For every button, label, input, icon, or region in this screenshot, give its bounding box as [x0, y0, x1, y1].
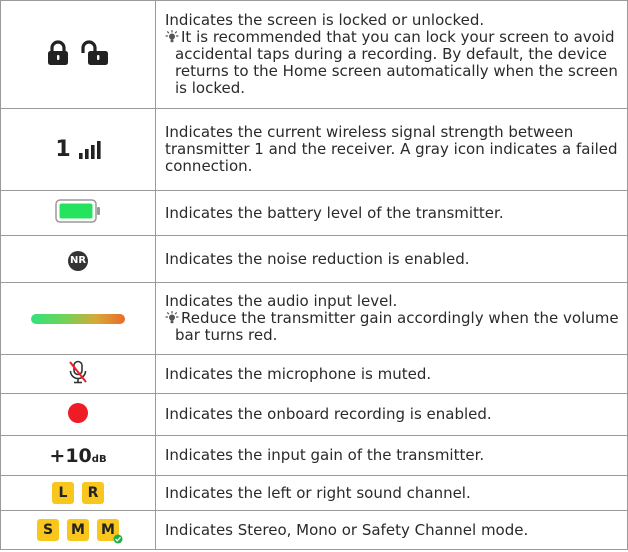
description-cell: Indicates Stereo, Mono or Safety Channel… — [155, 510, 628, 550]
description-text: Indicates the microphone is muted. — [165, 364, 432, 383]
table-row: Indicates the screen is locked or unlock… — [0, 0, 628, 109]
description-cell: Indicates the left or right sound channe… — [155, 475, 628, 511]
table-row: L R Indicates the left or right sound ch… — [0, 475, 628, 511]
gain-value: +10 — [49, 444, 92, 467]
description-text: Indicates the noise reduction is enabled… — [165, 249, 470, 268]
recording-dot-icon — [68, 402, 88, 423]
description-text: Indicates the left or right sound channe… — [165, 483, 471, 502]
description-text: Indicates Stereo, Mono or Safety Channel… — [165, 520, 529, 539]
table-row: Indicates the battery level of the trans… — [0, 190, 628, 236]
icon-cell: 1 — [0, 108, 156, 191]
icon-cell — [0, 393, 156, 436]
transmitter-number: 1 — [55, 137, 71, 162]
tip-text: It is recommended that you can lock your… — [175, 28, 618, 97]
icon-cell — [0, 282, 156, 355]
input-gain-icon: +10dB — [49, 444, 107, 467]
tip-note: Reduce the transmitter gain accordingly … — [165, 310, 619, 344]
description-text: Indicates the onboard recording is enabl… — [165, 405, 492, 423]
icon-cell — [0, 0, 156, 109]
gain-unit: dB — [91, 453, 107, 465]
right-channel-badge: R — [82, 482, 104, 504]
description-cell: Indicates the screen is locked or unlock… — [155, 0, 628, 109]
description-cell: Indicates the current wireless signal st… — [155, 108, 628, 191]
signal-bars-icon — [78, 140, 101, 159]
audio-level-bar-icon — [31, 314, 125, 324]
mic-muted-icon — [69, 360, 87, 384]
description-cell: Indicates the audio input level. Reduce … — [155, 282, 628, 355]
table-row: Indicates the microphone is muted. — [0, 354, 628, 394]
lock-open-icon — [81, 39, 108, 65]
table-row: Indicates the audio input level. Reduce … — [0, 282, 628, 355]
left-channel-badge: L — [52, 482, 74, 504]
description-text: Indicates the audio input level. — [165, 292, 398, 310]
battery-icon — [55, 199, 100, 223]
tip-text: Reduce the transmitter gain accordingly … — [175, 309, 619, 344]
sound-channel-icon: L R — [52, 482, 104, 504]
safety-channel-icon — [113, 534, 123, 544]
icon-cell — [0, 354, 156, 394]
lightbulb-icon — [165, 311, 179, 324]
description-cell: Indicates the microphone is muted. — [155, 354, 628, 394]
signal-strength-icon: 1 — [55, 137, 101, 162]
mono-badge: M — [67, 519, 89, 541]
description-text: Indicates the current wireless signal st… — [165, 123, 618, 175]
safety-mono-badge: M — [97, 519, 123, 544]
description-cell: Indicates the input gain of the transmit… — [155, 435, 628, 476]
stereo-badge: S — [37, 519, 59, 541]
channel-mode-icon: S M M — [37, 519, 123, 544]
noise-reduction-icon: NR — [68, 250, 88, 271]
table-row: 1 Indicates the current wireless signal … — [0, 108, 628, 191]
description-text: Indicates the battery level of the trans… — [165, 203, 504, 222]
description-text: Indicates the screen is locked or unlock… — [165, 11, 485, 29]
lock-closed-icon — [48, 39, 68, 65]
icon-reference-table: Indicates the screen is locked or unlock… — [0, 0, 628, 550]
description-cell: Indicates the noise reduction is enabled… — [155, 235, 628, 283]
table-row: NR Indicates the noise reduction is enab… — [0, 235, 628, 283]
description-cell: Indicates the battery level of the trans… — [155, 190, 628, 236]
table-row: Indicates the onboard recording is enabl… — [0, 393, 628, 436]
icon-cell: S M M — [0, 510, 156, 550]
icon-cell: +10dB — [0, 435, 156, 476]
lightbulb-icon — [165, 30, 179, 43]
icon-cell — [0, 190, 156, 236]
table-row: S M M Indicates Stereo, Mono or Safety C… — [0, 510, 628, 550]
icon-cell: L R — [0, 475, 156, 511]
description-cell: Indicates the onboard recording is enabl… — [155, 393, 628, 436]
icon-cell: NR — [0, 235, 156, 283]
table-row: +10dB Indicates the input gain of the tr… — [0, 435, 628, 476]
description-text: Indicates the input gain of the transmit… — [165, 446, 485, 464]
tip-note: It is recommended that you can lock your… — [165, 29, 619, 97]
lock-unlock-icon — [45, 39, 111, 66]
